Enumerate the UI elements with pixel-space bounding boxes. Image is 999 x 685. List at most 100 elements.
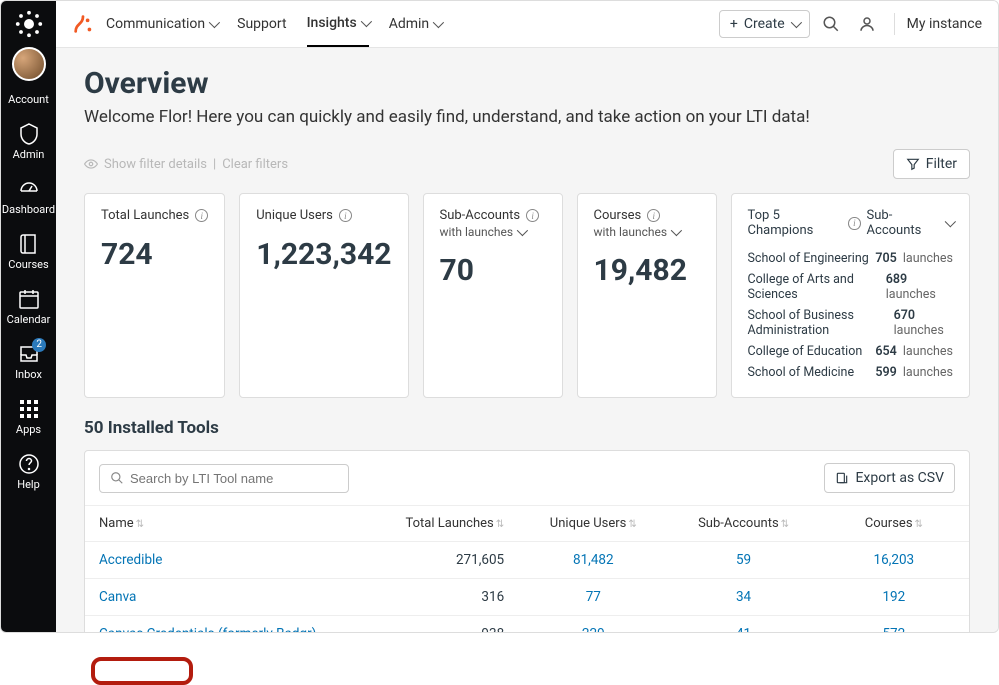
sidebar-item-label: Help: [17, 478, 40, 491]
table-row: Canvas Credentials (formerly Badgr) 938 …: [85, 616, 969, 633]
sidebar-item-account[interactable]: Account: [1, 83, 56, 114]
tool-name-link[interactable]: Accredible: [85, 542, 368, 579]
courses-dropdown[interactable]: with launches: [594, 225, 700, 239]
left-sidebar: Account Admin Dashboard Courses Calendar 2 Inb…: [1, 1, 56, 632]
sidebar-item-label: Dashboard: [2, 203, 55, 216]
chevron-down-icon: [433, 17, 444, 28]
page-title: Overview: [84, 66, 970, 101]
stat-value: 1,223,342: [256, 237, 391, 272]
export-csv-button[interactable]: Export as CSV: [824, 463, 955, 493]
plus-icon: +: [730, 16, 738, 32]
tab-communication[interactable]: Communication: [106, 2, 217, 46]
separator: [894, 13, 895, 35]
champion-row: School of Business Administration670 lau…: [748, 305, 954, 341]
filter-details-toggle[interactable]: Show filter details | Clear filters: [84, 157, 288, 172]
chevron-down-icon: [209, 17, 220, 28]
sidebar-item-dashboard[interactable]: Dashboard: [1, 169, 56, 224]
stat-value: 724: [101, 237, 208, 272]
product-logo-icon[interactable]: [72, 13, 94, 35]
chevron-down-icon: [790, 17, 801, 28]
tool-name-link[interactable]: Canva: [85, 579, 368, 616]
cell-unique-users[interactable]: 81,482: [518, 542, 668, 579]
sidebar-item-label: Inbox: [15, 368, 42, 381]
instance-link[interactable]: My instance: [907, 16, 982, 32]
sidebar-item-label: Apps: [16, 423, 41, 436]
tab-support[interactable]: Support: [237, 2, 286, 46]
table-row: Accredible 271,605 81,482 59 16,203: [85, 542, 969, 579]
sidebar-item-apps[interactable]: Apps: [1, 389, 56, 444]
tool-name-link[interactable]: Canvas Credentials (formerly Badgr): [85, 616, 368, 633]
cell-sub-accounts[interactable]: 34: [668, 579, 818, 616]
sub-accounts-dropdown[interactable]: with launches: [440, 225, 546, 239]
stat-value: 70: [440, 253, 546, 288]
col-sub-accounts[interactable]: Sub-Accounts⇅: [668, 506, 818, 542]
clear-filters-link[interactable]: Clear filters: [222, 157, 288, 172]
champion-row: College of Education654 launches: [748, 341, 954, 362]
courses-icon: [17, 232, 41, 256]
sidebar-item-courses[interactable]: Courses: [1, 224, 56, 279]
champion-count: 599 launches: [875, 365, 953, 380]
sidebar-item-calendar[interactable]: Calendar: [1, 279, 56, 334]
eye-icon: [84, 157, 98, 171]
funnel-icon: [906, 157, 920, 171]
search-input[interactable]: [130, 471, 338, 486]
sidebar-item-admin[interactable]: Admin: [1, 114, 56, 169]
user-icon[interactable]: [852, 9, 882, 39]
stat-value: 19,482: [594, 253, 700, 288]
avatar[interactable]: [12, 47, 46, 81]
col-unique-users[interactable]: Unique Users⇅: [518, 506, 668, 542]
tab-insights[interactable]: Insights: [307, 1, 369, 47]
canvas-logo[interactable]: [12, 7, 46, 41]
champion-count: 670 launches: [894, 308, 953, 338]
champion-row: School of Engineering 705 launches: [748, 248, 954, 269]
highlight-annotation: [91, 657, 193, 685]
apps-icon: [17, 397, 41, 421]
dashboard-icon: [17, 177, 41, 201]
cell-sub-accounts[interactable]: 41: [668, 616, 818, 633]
search-icon[interactable]: [816, 9, 846, 39]
champion-name: School of Engineering: [748, 251, 869, 266]
stat-card-unique-users: Unique Usersi 1,223,342: [239, 193, 408, 398]
top-bar: Communication Support Insights Admin + Crea…: [56, 1, 998, 48]
col-name[interactable]: Name⇅: [85, 506, 368, 542]
inbox-badge: 2: [32, 338, 46, 352]
filter-button[interactable]: Filter: [893, 149, 970, 179]
cell-courses[interactable]: 572: [819, 616, 969, 633]
champion-count: 705 launches: [875, 251, 953, 266]
sidebar-item-label: Account: [8, 93, 49, 106]
create-label: Create: [744, 16, 785, 32]
info-icon[interactable]: i: [647, 209, 660, 222]
create-button[interactable]: + Create: [719, 10, 810, 38]
tab-admin[interactable]: Admin: [389, 2, 441, 46]
champion-row: College of Arts and Sciences689 launches: [748, 269, 954, 305]
col-courses[interactable]: Courses⇅: [819, 506, 969, 542]
stat-card-total-launches: Total Launchesi 724: [84, 193, 225, 398]
search-box[interactable]: [99, 464, 349, 493]
sidebar-item-inbox[interactable]: 2 Inbox: [1, 334, 56, 389]
info-icon[interactable]: i: [848, 217, 860, 230]
cell-total-launches: 938: [368, 616, 518, 633]
info-icon[interactable]: i: [195, 209, 208, 222]
cell-sub-accounts[interactable]: 59: [668, 542, 818, 579]
champion-count: 689 launches: [886, 272, 953, 302]
col-total-launches[interactable]: Total Launches⇅: [368, 506, 518, 542]
cell-courses[interactable]: 16,203: [819, 542, 969, 579]
help-icon: [17, 452, 41, 476]
chevron-down-icon: [517, 225, 528, 236]
info-icon[interactable]: i: [526, 209, 539, 222]
calendar-icon: [17, 287, 41, 311]
stat-card-sub-accounts: Sub-Accountsi with launches 70: [423, 193, 563, 398]
cell-courses[interactable]: 192: [819, 579, 969, 616]
champions-dropdown[interactable]: Sub-Accounts: [867, 208, 953, 238]
champions-card: Top 5 Champions i Sub-Accounts School of…: [731, 193, 971, 398]
cell-unique-users[interactable]: 229: [518, 616, 668, 633]
admin-icon: [17, 122, 41, 146]
sidebar-item-help[interactable]: Help: [1, 444, 56, 499]
champion-count: 654 launches: [875, 344, 953, 359]
chevron-down-icon: [671, 225, 682, 236]
cell-unique-users[interactable]: 77: [518, 579, 668, 616]
cell-total-launches: 271,605: [368, 542, 518, 579]
champion-name: School of Medicine: [748, 365, 855, 380]
sidebar-item-label: Courses: [8, 258, 48, 271]
info-icon[interactable]: i: [339, 209, 352, 222]
